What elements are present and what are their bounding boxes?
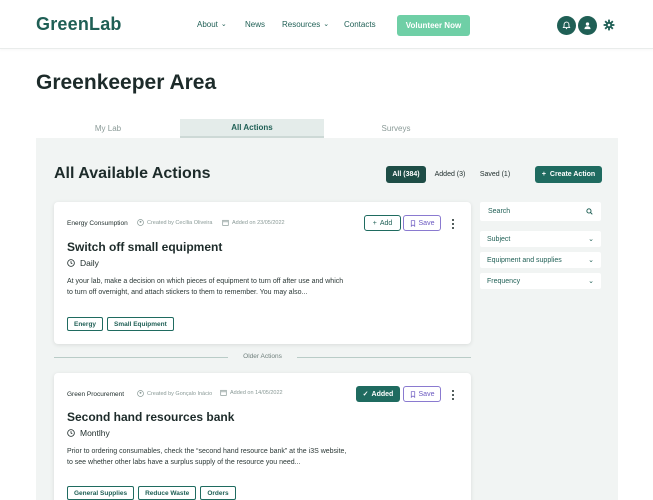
- card-frequency-text: Montlhy: [80, 428, 110, 438]
- card-date-text: Added on 23/05/2022: [232, 219, 285, 226]
- calendar-icon: [220, 389, 227, 396]
- card-date: Added on 23/05/2022: [222, 219, 285, 226]
- older-actions-divider: Older Actions: [54, 352, 471, 364]
- logo[interactable]: GreenLab: [36, 14, 122, 35]
- card-date: Added on 14/05/2022: [220, 389, 283, 396]
- notifications-button[interactable]: [557, 16, 576, 35]
- filter-subject[interactable]: Subject ⌄: [480, 231, 601, 247]
- page-title: Greenkeeper Area: [36, 71, 217, 94]
- card-author: Created by Cecília Oliveira: [137, 219, 212, 226]
- filter-all[interactable]: All (384): [386, 166, 426, 183]
- tab-my-lab[interactable]: My Lab: [36, 119, 180, 138]
- card-author-text: Created by Gonçalo Inácio: [147, 390, 213, 397]
- nav-news[interactable]: News: [245, 20, 265, 29]
- create-action-button[interactable]: + Create Action: [535, 166, 602, 183]
- tag[interactable]: Small Equipment: [107, 317, 174, 331]
- card-author-text: Created by Cecília Oliveira: [147, 219, 213, 226]
- user-circle-icon: [137, 219, 144, 226]
- plus-icon: +: [541, 171, 546, 178]
- chevron-down-icon: ⌄: [588, 257, 594, 264]
- nav-resources[interactable]: Resources ⌄: [282, 20, 329, 29]
- card-frequency: Daily: [67, 258, 99, 268]
- search-icon[interactable]: [586, 208, 593, 215]
- card-date-text: Added on 14/05/2022: [230, 389, 283, 396]
- save-button[interactable]: Save: [403, 215, 441, 231]
- filter-frequency-label: Frequency: [487, 277, 521, 285]
- filter-frequency[interactable]: Frequency ⌄: [480, 273, 601, 289]
- card-author: Created by Gonçalo Inácio: [137, 390, 212, 397]
- bookmark-icon: [410, 390, 415, 398]
- tag[interactable]: Reduce Waste: [138, 486, 197, 500]
- more-options-icon[interactable]: [450, 219, 456, 229]
- chevron-down-icon: ⌄: [220, 20, 227, 28]
- save-button-label: Save: [418, 390, 435, 398]
- profile-button[interactable]: [578, 16, 597, 35]
- nav-about-label: About: [197, 20, 218, 29]
- filter-equipment-label: Equipment and supplies: [487, 256, 562, 264]
- calendar-icon: [222, 219, 229, 226]
- nav-contacts-label: Contacts: [344, 20, 376, 29]
- card-title[interactable]: Second hand resources bank: [67, 410, 234, 424]
- user-circle-icon: [137, 390, 144, 397]
- gear-icon[interactable]: [603, 19, 615, 31]
- search-input[interactable]: Search: [480, 202, 601, 221]
- bookmark-icon: [410, 219, 415, 227]
- card-category: Green Procurement: [67, 391, 125, 398]
- filter-subject-label: Subject: [487, 235, 511, 243]
- chevron-down-icon: ⌄: [588, 278, 594, 285]
- section-title: All Available Actions: [54, 165, 211, 182]
- action-card[interactable]: Green Procurement Created by Gonçalo Iná…: [54, 373, 471, 500]
- plus-icon: +: [372, 219, 377, 227]
- clock-icon: [67, 429, 75, 437]
- nav-news-label: News: [245, 20, 266, 29]
- card-category: Energy Consumption: [67, 220, 128, 227]
- action-card[interactable]: Energy Consumption Created by Cecília Ol…: [54, 202, 471, 344]
- filter-added[interactable]: Added (3): [430, 166, 470, 183]
- card-title[interactable]: Switch off small equipment: [67, 240, 222, 254]
- save-button[interactable]: Save: [403, 386, 441, 402]
- save-button-label: Save: [418, 219, 435, 227]
- add-button[interactable]: + Add: [364, 215, 401, 231]
- more-options-icon[interactable]: [450, 390, 456, 400]
- card-frequency-text: Daily: [80, 258, 99, 268]
- user-icon: [584, 22, 591, 30]
- tag[interactable]: General Supplies: [67, 486, 135, 500]
- nav-resources-label: Resources: [282, 20, 321, 29]
- filter-saved[interactable]: Saved (1): [476, 166, 514, 183]
- card-description: Prior to ordering consumables, check the…: [67, 448, 347, 466]
- divider-line: [297, 357, 471, 358]
- chevron-down-icon: ⌄: [588, 236, 594, 243]
- card-tags: General Supplies Reduce Waste Orders: [67, 486, 236, 500]
- chevron-down-icon: ⌄: [323, 20, 330, 28]
- tab-all-actions[interactable]: All Actions: [180, 119, 324, 138]
- tag[interactable]: Energy: [67, 317, 104, 331]
- search-placeholder: Search: [488, 208, 511, 215]
- nav-contacts[interactable]: Contacts: [344, 20, 376, 29]
- card-description: At your lab, make a decision on which pi…: [67, 278, 344, 296]
- filter-equipment[interactable]: Equipment and supplies ⌄: [480, 252, 601, 268]
- card-frequency: Montlhy: [67, 428, 110, 438]
- clock-icon: [67, 259, 75, 267]
- added-button-label: Added: [371, 390, 394, 398]
- nav-about[interactable]: About ⌄: [197, 20, 227, 29]
- tab-surveys[interactable]: Surveys: [324, 119, 468, 138]
- added-button[interactable]: ✓ Added: [356, 386, 400, 402]
- card-tags: Energy Small Equipment: [67, 317, 174, 331]
- bell-icon: [562, 21, 571, 30]
- add-button-label: Add: [379, 219, 393, 227]
- create-action-label: Create Action: [549, 171, 596, 178]
- tag[interactable]: Orders: [200, 486, 236, 500]
- check-icon: ✓: [362, 391, 369, 398]
- volunteer-button[interactable]: Volunteer Now: [397, 15, 470, 36]
- top-navbar: GreenLab About ⌄ News Resources ⌄ Contac…: [0, 0, 653, 49]
